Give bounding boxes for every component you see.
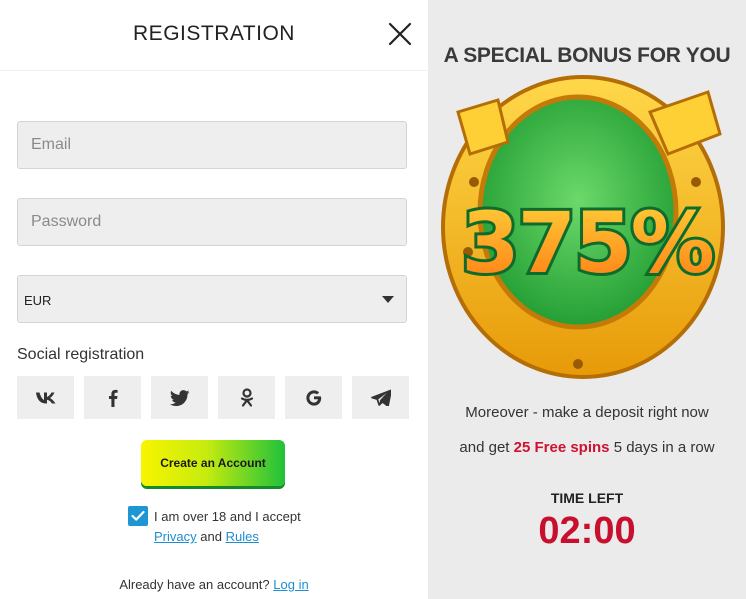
time-left-label: TIME LEFT <box>550 490 624 506</box>
vk-button[interactable] <box>17 376 74 419</box>
currency-select[interactable]: EUR <box>17 275 407 323</box>
password-field[interactable] <box>17 198 407 246</box>
bonus-percent-text: 375% <box>461 194 713 292</box>
countdown-timer: 02:00 <box>538 510 636 552</box>
login-prompt: Already have an account? Log in <box>0 577 428 592</box>
age-terms-checkbox[interactable] <box>128 506 148 526</box>
twitter-button[interactable] <box>151 376 208 419</box>
registration-header: REGISTRATION <box>0 0 428 71</box>
registration-panel: REGISTRATION EUR Social registration Cre… <box>0 0 428 599</box>
twitter-icon <box>169 389 189 406</box>
telegram-icon <box>370 389 391 406</box>
rules-link[interactable]: Rules <box>226 529 259 544</box>
horseshoe-nail-hole <box>573 359 583 369</box>
and-get-text: and get <box>459 439 510 456</box>
currency-value: EUR <box>24 293 52 308</box>
horseshoe-nail-hole <box>691 177 701 187</box>
odnoklassniki-button[interactable] <box>218 376 275 419</box>
email-input[interactable] <box>18 122 406 168</box>
google-button[interactable] <box>285 376 342 419</box>
create-account-button[interactable]: Create an Account <box>141 440 285 486</box>
registration-title: REGISTRATION <box>133 22 295 45</box>
already-have-account-text: Already have an account? <box>119 577 270 592</box>
bonus-title: A SPECIAL BONUS FOR YOU <box>443 44 731 67</box>
bonus-description-line1: Moreover - make a deposit right now <box>465 404 709 421</box>
privacy-link[interactable]: Privacy <box>154 529 197 544</box>
email-field[interactable] <box>17 121 407 169</box>
bonus-description-line2: and get 25 Free spins 5 days in a row <box>428 439 746 456</box>
odnoklassniki-icon <box>240 387 253 407</box>
free-spins-highlight: 25 Free spins <box>513 439 610 456</box>
terms-links: Privacy and Rules <box>154 529 259 544</box>
login-link[interactable]: Log in <box>273 577 308 592</box>
facebook-button[interactable] <box>84 376 141 419</box>
facebook-icon <box>108 389 118 407</box>
age-terms-label: I am over 18 and I accept <box>154 509 301 524</box>
checkmark-icon <box>131 510 145 521</box>
horseshoe-nail-hole <box>469 177 479 187</box>
bonus-panel: A SPECIAL BONUS FOR YOU 375% Moreover - … <box>428 0 746 599</box>
google-icon <box>305 389 321 406</box>
close-icon[interactable] <box>386 20 414 48</box>
chevron-down-icon <box>382 296 394 303</box>
days-in-row-text: 5 days in a row <box>613 439 715 456</box>
social-registration-label: Social registration <box>17 346 145 363</box>
telegram-button[interactable] <box>352 376 409 419</box>
horseshoe-bonus-image: 375% <box>441 75 725 379</box>
and-text: and <box>200 529 222 544</box>
vk-icon <box>35 392 55 403</box>
password-input[interactable] <box>18 199 406 245</box>
